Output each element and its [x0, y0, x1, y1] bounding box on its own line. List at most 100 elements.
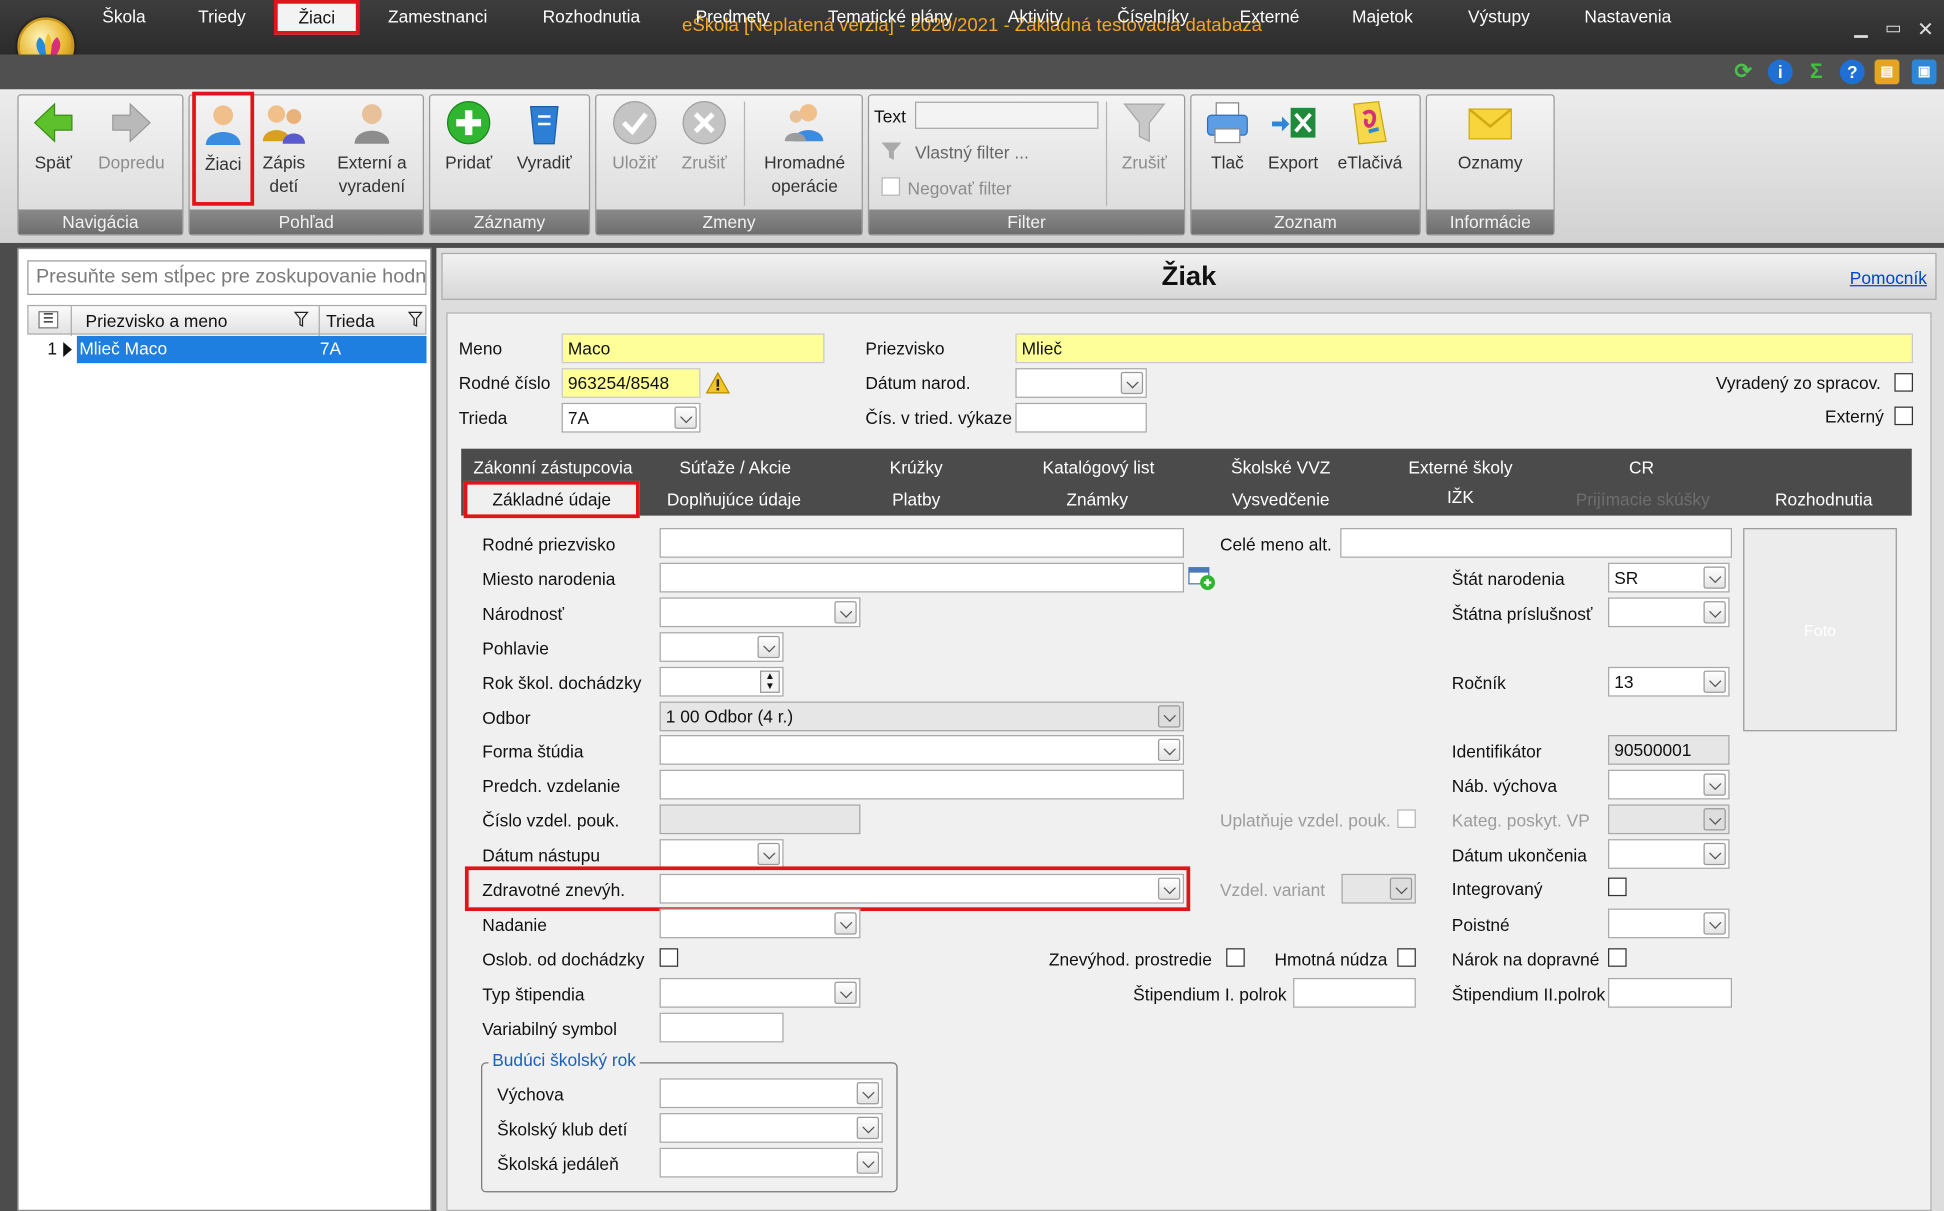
hmotna-nudza-checkbox[interactable] — [1397, 948, 1416, 967]
forward-button[interactable]: Dopredu — [94, 99, 168, 175]
typ-stipendia-select[interactable] — [659, 977, 861, 1008]
chevron-down-icon[interactable] — [1157, 877, 1181, 900]
tab-zakonni-zastupcovia[interactable]: Zákonní zástupcovia — [469, 457, 638, 477]
filter-text-input[interactable] — [914, 101, 1099, 129]
photo-placeholder[interactable]: Foto — [1743, 528, 1897, 732]
tab-prijimacie-skusky[interactable]: Prijímacie skúšky — [1567, 490, 1718, 510]
stepper-arrows-icon[interactable]: ▲ ▼ — [759, 670, 780, 693]
menu-majetok[interactable]: Majetok — [1341, 6, 1423, 26]
menu-externe[interactable]: Externé — [1232, 6, 1306, 26]
tab-zakladne-udaje[interactable]: Základné údaje — [463, 480, 640, 519]
help-icon[interactable]: ? — [1839, 59, 1865, 85]
clear-filter-button[interactable]: Zrušiť — [1113, 99, 1175, 175]
stat-narodenia-select[interactable]: SR — [1608, 562, 1730, 593]
chevron-down-icon[interactable] — [1157, 738, 1181, 762]
statna-prislusnost-select[interactable] — [1608, 597, 1730, 628]
minimize-icon[interactable]: ▁ — [1850, 17, 1872, 38]
external-removed-button[interactable]: Externí a vyradení — [325, 99, 419, 198]
warning-icon[interactable] — [705, 371, 731, 396]
chevron-down-icon[interactable] — [856, 1116, 880, 1140]
priezvisko-input[interactable]: Mlieč — [1015, 333, 1914, 364]
forma-studia-select[interactable] — [659, 735, 1185, 765]
tab-rozhodnutia[interactable]: Rozhodnutia — [1761, 490, 1887, 510]
discard-button[interactable]: Vyradiť — [511, 99, 578, 175]
menu-triedy[interactable]: Triedy — [188, 6, 255, 26]
chevron-down-icon[interactable] — [1703, 912, 1726, 935]
miesto-narodenia-input[interactable] — [659, 562, 1185, 593]
nabozenska-vychova-select[interactable] — [1608, 769, 1730, 800]
menu-tematicke-plany[interactable]: Tematické plány — [818, 6, 962, 26]
menu-rozhodnutia[interactable]: Rozhodnutia — [531, 6, 653, 26]
table-row[interactable]: 1 Mlieč Maco 7A — [27, 335, 427, 364]
predchadzajuce-vzdelanie-input[interactable] — [659, 769, 1185, 800]
skolska-jedalen-select[interactable] — [659, 1147, 883, 1178]
column-chooser-icon[interactable]: ☰ — [38, 311, 59, 329]
cancel-button[interactable]: Zrušiť — [674, 99, 734, 175]
datum-ukoncenia-picker[interactable] — [1608, 839, 1730, 869]
meno-input[interactable]: Maco — [561, 333, 825, 364]
negate-filter-checkbox[interactable] — [881, 177, 901, 196]
odbor-select[interactable]: 1 00 Odbor (4 r.) — [659, 701, 1185, 732]
close-icon[interactable]: ✕ — [1914, 17, 1936, 42]
pohlavie-select[interactable] — [659, 632, 784, 662]
stipendium-1-polrok-input[interactable] — [1293, 977, 1416, 1008]
menu-predmety[interactable]: Predmety — [687, 6, 779, 26]
vychova-select[interactable] — [659, 1078, 883, 1109]
refresh-icon[interactable]: ⟳ — [1731, 59, 1756, 84]
tab-externe-skoly[interactable]: Externé školy — [1391, 457, 1530, 477]
stipendium-2-polrok-input[interactable] — [1608, 977, 1733, 1008]
uplatnuje-vzdel-poukaz-checkbox[interactable] — [1397, 809, 1416, 828]
bulk-operations-button[interactable]: Hromadné operácie — [754, 99, 856, 198]
oslobodeny-od-dochadzky-checkbox[interactable] — [659, 948, 679, 967]
datum-nastupu-picker[interactable] — [659, 839, 784, 869]
help-link[interactable]: Pomocník — [1850, 268, 1927, 288]
trieda-select[interactable]: 7A — [561, 402, 701, 433]
vzdel-variant-select[interactable] — [1341, 873, 1416, 904]
column-name-header[interactable]: Priezvisko a meno — [86, 311, 228, 331]
print-button[interactable]: Tlač — [1200, 99, 1255, 175]
tab-izk[interactable]: IŽK — [1423, 487, 1497, 507]
chevron-down-icon[interactable] — [1703, 566, 1726, 589]
custom-filter-button[interactable]: Vlastný filter ... — [915, 143, 1029, 163]
enrollment-button[interactable]: Zápis detí — [255, 99, 312, 198]
tab-doplnujuce-udaje[interactable]: Doplňujúce údaje — [657, 490, 811, 510]
row-name-cell[interactable]: Mlieč Maco — [79, 338, 167, 358]
menu-ziaci[interactable]: Žiaci — [273, 0, 360, 35]
menu-zamestnanci[interactable]: Zamestnanci — [379, 6, 496, 26]
kategoria-poskyt-vp-select[interactable] — [1608, 804, 1730, 835]
cislo-vzdel-poukazu-input[interactable] — [659, 804, 861, 835]
filter-icon[interactable] — [407, 311, 423, 331]
tab-vysvedcenie[interactable]: Vysvedčenie — [1213, 490, 1349, 510]
menu-aktivity[interactable]: Aktivity — [997, 6, 1074, 26]
datum-narodenia-picker[interactable] — [1015, 368, 1147, 398]
nadanie-select[interactable] — [659, 908, 861, 939]
chevron-down-icon[interactable] — [1703, 670, 1726, 693]
chevron-down-icon[interactable] — [1120, 371, 1144, 395]
narodnost-select[interactable] — [659, 597, 861, 628]
chevron-down-icon[interactable] — [834, 601, 857, 624]
rok-skolskej-dochadzky-stepper[interactable]: ▲ ▼ — [659, 666, 784, 697]
identifikator-input[interactable]: 90500001 — [1608, 735, 1730, 765]
externy-checkbox[interactable] — [1894, 406, 1914, 426]
tab-platby[interactable]: Platby — [860, 490, 972, 510]
vyradeny-checkbox[interactable] — [1894, 373, 1914, 392]
tab-cr[interactable]: CR — [1604, 457, 1678, 477]
eforms-button[interactable]: eTlačivá — [1334, 99, 1406, 175]
znevyhodnene-prostredie-checkbox[interactable] — [1226, 948, 1245, 967]
chevron-down-icon[interactable] — [834, 912, 857, 935]
narok-na-dopravne-checkbox[interactable] — [1608, 948, 1627, 967]
column-class-header[interactable]: Trieda — [326, 311, 375, 331]
tab-skolske-vvz[interactable]: Školské VVZ — [1213, 457, 1349, 477]
chevron-down-icon[interactable] — [856, 1082, 880, 1105]
chevron-down-icon[interactable] — [856, 1151, 880, 1174]
tab-znamky[interactable]: Známky — [1041, 490, 1153, 510]
menu-vystupy[interactable]: Výstupy — [1458, 6, 1540, 26]
chevron-down-icon[interactable] — [1157, 705, 1181, 728]
chevron-down-icon[interactable] — [674, 406, 697, 429]
chevron-down-icon[interactable] — [757, 635, 780, 659]
skolsky-klub-deti-select[interactable] — [659, 1113, 883, 1143]
rodne-priezvisko-input[interactable] — [659, 528, 1185, 558]
add-place-icon[interactable] — [1188, 565, 1218, 592]
zdravotne-znevyhodnenie-select[interactable] — [659, 873, 1185, 904]
announcements-button[interactable]: Oznamy — [1446, 99, 1535, 175]
